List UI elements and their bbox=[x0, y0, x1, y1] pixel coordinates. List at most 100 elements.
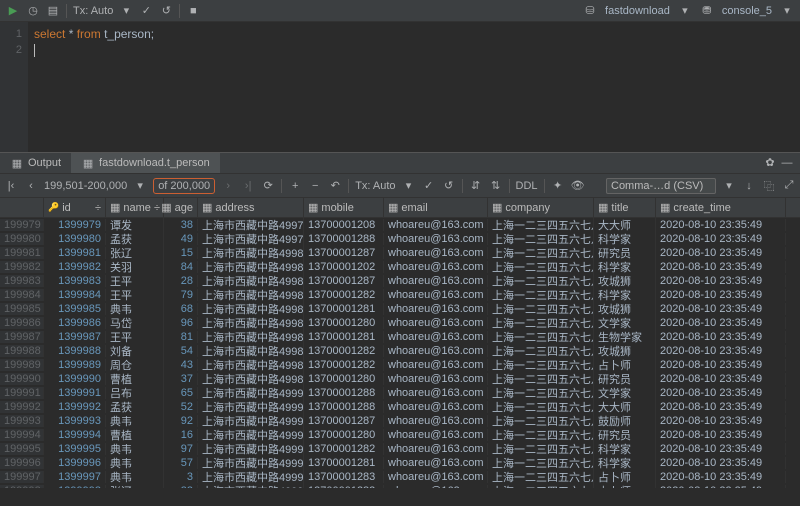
cell-create-time[interactable]: 2020-08-10 23:35:49 bbox=[656, 247, 786, 259]
pin-icon[interactable]: ✦ bbox=[551, 179, 565, 193]
cell-id[interactable]: 1399994 bbox=[44, 429, 106, 441]
cell-email[interactable]: whoareu@163.com bbox=[384, 359, 488, 371]
cell-create-time[interactable]: 2020-08-10 23:35:49 bbox=[656, 317, 786, 329]
cell-id[interactable]: 1399980 bbox=[44, 233, 106, 245]
tab-result[interactable]: ▦fastdownload.t_person bbox=[71, 153, 220, 173]
cell-create-time[interactable]: 2020-08-10 23:35:49 bbox=[656, 373, 786, 385]
revert-icon[interactable]: ↶ bbox=[328, 179, 342, 193]
col-header-name[interactable]: ▦ name ÷ bbox=[106, 198, 164, 217]
cell-email[interactable]: whoareu@163.com bbox=[384, 317, 488, 329]
cell-create-time[interactable]: 2020-08-10 23:35:49 bbox=[656, 415, 786, 427]
cell-id[interactable]: 1399995 bbox=[44, 443, 106, 455]
first-page-icon[interactable]: |‹ bbox=[4, 179, 18, 193]
export-format-select[interactable] bbox=[606, 178, 716, 194]
table-row[interactable]: 1999961399996典韦57上海市西藏中路4999!13700001281… bbox=[0, 456, 800, 470]
cell-create-time[interactable]: 2020-08-10 23:35:49 bbox=[656, 303, 786, 315]
cell-mobile[interactable]: 13700001287 bbox=[304, 275, 384, 287]
minimize-icon[interactable]: — bbox=[780, 156, 794, 170]
schedule-icon[interactable]: ◷ bbox=[26, 4, 40, 18]
sql-editor[interactable]: 12 select * from t_person; bbox=[0, 22, 800, 152]
cell-mobile[interactable]: 13700001282 bbox=[304, 443, 384, 455]
cell-id[interactable]: 1399982 bbox=[44, 261, 106, 273]
cell-email[interactable]: whoareu@163.com bbox=[384, 303, 488, 315]
cell-age[interactable]: 65 bbox=[164, 387, 198, 399]
chevron-down-icon[interactable]: ▾ bbox=[678, 4, 692, 18]
col-header-create-time[interactable]: ▦ create_time bbox=[656, 198, 786, 217]
col-header-address[interactable]: ▦ address bbox=[198, 198, 304, 217]
cell-age[interactable]: 68 bbox=[164, 303, 198, 315]
cell-mobile[interactable]: 13700001208 bbox=[304, 219, 384, 231]
cell-create-time[interactable]: 2020-08-10 23:35:49 bbox=[656, 289, 786, 301]
cell-create-time[interactable]: 2020-08-10 23:35:49 bbox=[656, 345, 786, 357]
table-row[interactable]: 1999901399990曹植37上海市西藏中路4998!13700001280… bbox=[0, 372, 800, 386]
view-icon[interactable]: 👁 bbox=[571, 179, 585, 193]
cell-mobile[interactable]: 13700001287 bbox=[304, 415, 384, 427]
cell-age[interactable]: 38 bbox=[164, 219, 198, 231]
cell-age[interactable]: 3 bbox=[164, 471, 198, 483]
cell-create-time[interactable]: 2020-08-10 23:35:49 bbox=[656, 429, 786, 441]
cell-create-time[interactable]: 2020-08-10 23:35:49 bbox=[656, 443, 786, 455]
stop-icon[interactable]: ■ bbox=[186, 4, 200, 18]
cell-name[interactable]: 张辽 bbox=[106, 483, 164, 488]
cell-id[interactable]: 1399981 bbox=[44, 247, 106, 259]
cell-email[interactable]: whoareu@163.com bbox=[384, 485, 488, 488]
table-row[interactable]: 1999911399991吕布65上海市西藏中路4999!13700001288… bbox=[0, 386, 800, 400]
chevron-down-icon[interactable]: ▾ bbox=[119, 4, 133, 18]
cell-create-time[interactable]: 2020-08-10 23:35:49 bbox=[656, 401, 786, 413]
cell-age[interactable]: 57 bbox=[164, 457, 198, 469]
cell-age[interactable]: 84 bbox=[164, 261, 198, 273]
export-icon[interactable]: ↓ bbox=[742, 179, 756, 193]
cell-id[interactable]: 1399993 bbox=[44, 415, 106, 427]
chevron-down-icon[interactable]: ▾ bbox=[402, 179, 416, 193]
cell-id[interactable]: 1399987 bbox=[44, 331, 106, 343]
row-number-header[interactable] bbox=[0, 198, 44, 217]
cell-mobile[interactable]: 13700001282 bbox=[304, 345, 384, 357]
cell-email[interactable]: whoareu@163.com bbox=[384, 415, 488, 427]
cell-id[interactable]: 1399996 bbox=[44, 457, 106, 469]
cell-email[interactable]: whoareu@163.com bbox=[384, 219, 488, 231]
cell-id[interactable]: 1399983 bbox=[44, 275, 106, 287]
cell-mobile[interactable]: 13700001282 bbox=[304, 359, 384, 371]
cell-email[interactable]: whoareu@163.com bbox=[384, 261, 488, 273]
cell-id[interactable]: 1399992 bbox=[44, 401, 106, 413]
table-row[interactable]: 1999891399989周仓43上海市西藏中路4998!13700001282… bbox=[0, 358, 800, 372]
cell-id[interactable]: 1399991 bbox=[44, 387, 106, 399]
cell-id[interactable]: 1399984 bbox=[44, 289, 106, 301]
cell-mobile[interactable]: 13700001288 bbox=[304, 387, 384, 399]
cell-email[interactable]: whoareu@163.com bbox=[384, 387, 488, 399]
copy-icon[interactable]: ⿻ bbox=[762, 179, 776, 193]
table-row[interactable]: 1999851399985典韦68上海市西藏中路4998!13700001281… bbox=[0, 302, 800, 316]
tx-mode-label[interactable]: Tx: Auto bbox=[73, 5, 113, 17]
cell-age[interactable]: 54 bbox=[164, 345, 198, 357]
cell-create-time[interactable]: 2020-08-10 23:35:49 bbox=[656, 331, 786, 343]
cell-age[interactable]: 16 bbox=[164, 429, 198, 441]
cell-create-time[interactable]: 2020-08-10 23:35:49 bbox=[656, 457, 786, 469]
cell-email[interactable]: whoareu@163.com bbox=[384, 247, 488, 259]
cell-email[interactable]: whoareu@163.com bbox=[384, 233, 488, 245]
col-header-email[interactable]: ▦ email bbox=[384, 198, 488, 217]
cell-age[interactable]: 81 bbox=[164, 331, 198, 343]
cell-age[interactable]: 79 bbox=[164, 289, 198, 301]
refresh-icon[interactable]: ⟳ bbox=[261, 179, 275, 193]
table-row[interactable]: 1999811399981张辽15上海市西藏中路4998!13700001287… bbox=[0, 246, 800, 260]
cell-age[interactable]: 28 bbox=[164, 275, 198, 287]
cell-email[interactable]: whoareu@163.com bbox=[384, 429, 488, 441]
commit-icon[interactable]: ✓ bbox=[422, 179, 436, 193]
cell-create-time[interactable]: 2020-08-10 23:35:49 bbox=[656, 261, 786, 273]
table-row[interactable]: 1999941399994曹植16上海市西藏中路4999!13700001280… bbox=[0, 428, 800, 442]
col-header-company[interactable]: ▦ company bbox=[488, 198, 594, 217]
table-row[interactable]: 1999791399979谭发38上海市西藏中路4997!13700001208… bbox=[0, 218, 800, 232]
cell-mobile[interactable]: 13700001281 bbox=[304, 331, 384, 343]
delete-row-icon[interactable]: − bbox=[308, 179, 322, 193]
table-row[interactable]: 1999881399988刘备54上海市西藏中路4998!13700001282… bbox=[0, 344, 800, 358]
cell-age[interactable]: 92 bbox=[164, 415, 198, 427]
datasource-label[interactable]: fastdownload bbox=[605, 5, 670, 17]
run-icon[interactable]: ▶ bbox=[6, 4, 20, 18]
cell-create-time[interactable]: 2020-08-10 23:35:49 bbox=[656, 485, 786, 488]
cell-email[interactable]: whoareu@163.com bbox=[384, 457, 488, 469]
prev-page-icon[interactable]: ‹ bbox=[24, 179, 38, 193]
col-header-title[interactable]: ▦ title bbox=[594, 198, 656, 217]
console-label[interactable]: console_5 bbox=[722, 5, 772, 17]
cell-email[interactable]: whoareu@163.com bbox=[384, 289, 488, 301]
cell-email[interactable]: whoareu@163.com bbox=[384, 331, 488, 343]
